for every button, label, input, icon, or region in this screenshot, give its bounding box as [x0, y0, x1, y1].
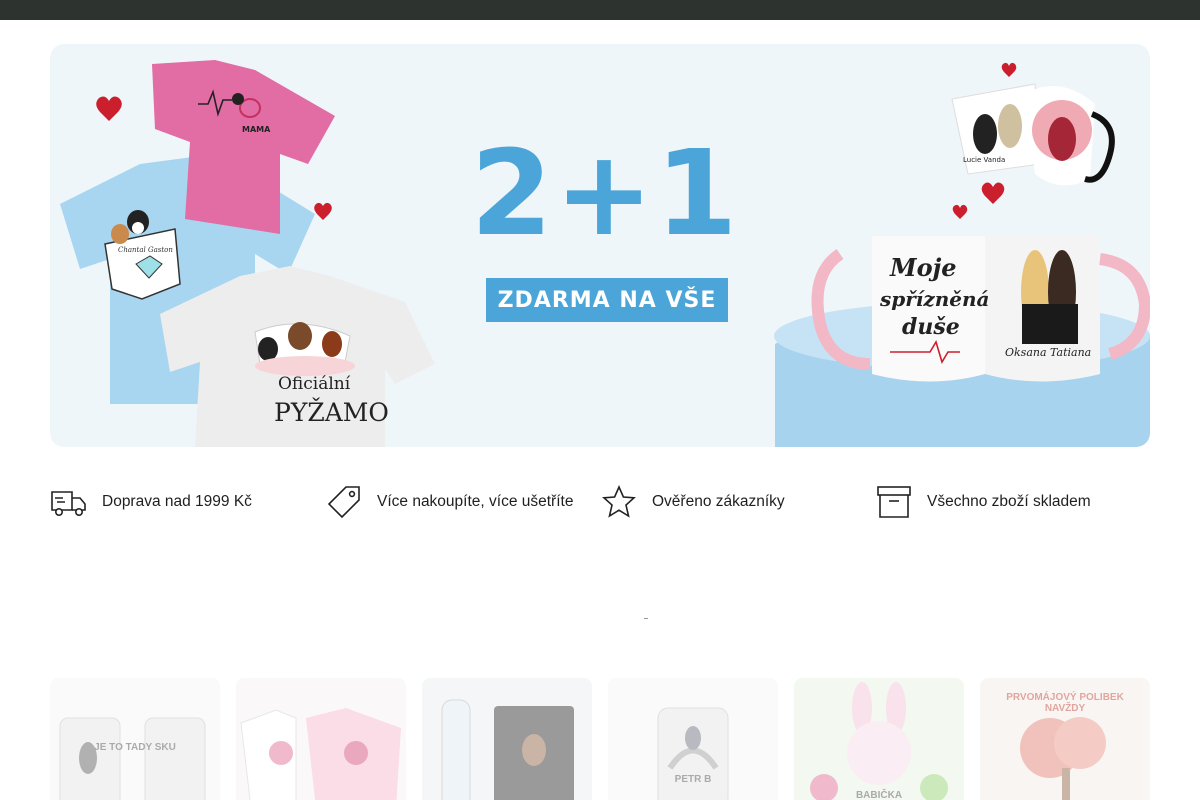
tumbler-icon [59, 717, 206, 800]
promo-headline: 2+1 [470, 124, 740, 262]
section-divider [644, 618, 648, 619]
svg-text:Oksana Tatiana: Oksana Tatiana [1005, 346, 1091, 359]
product-card[interactable]: PETR B [608, 678, 778, 800]
svg-text:duše: duše [902, 314, 960, 340]
product-card[interactable]: PRVOMÁJOVÝ POLIBEK NAVŽDY [980, 678, 1150, 800]
svg-text:Moje: Moje [889, 253, 957, 282]
product-carousel: JE TO TADY SKU PETR B BABIČKA PRVOMÁJOVÝ… [50, 678, 1150, 800]
product-card-text: BABIČKA [855, 790, 903, 800]
product-card[interactable] [422, 678, 592, 800]
product-card-text: JE TO TADY SKU [94, 742, 176, 753]
svg-text:Chantal Gaston: Chantal Gaston [118, 246, 173, 254]
delivery-truck-icon [50, 484, 88, 520]
feature-savings: Více nakoupíte, více ušetříte [325, 480, 600, 524]
feature-verified-label: Ověřeno zákazníky [652, 493, 785, 510]
bottle-notebook-icon [441, 699, 574, 800]
svg-text:Oficiální: Oficiální [278, 374, 351, 394]
price-tag-icon [325, 484, 363, 520]
feature-stock-label: Všechno zboží skladem [927, 493, 1091, 510]
product-card[interactable]: BABIČKA [794, 678, 964, 800]
feature-stock: Všechno zboží skladem [875, 480, 1150, 524]
feature-savings-label: Více nakoupíte, více ušetříte [377, 493, 574, 510]
feature-delivery: Doprava nad 1999 Kč [50, 480, 325, 524]
promo-subtitle: ZDARMA NA VŠE [486, 278, 728, 322]
svg-text:spřízněná: spřízněná [879, 287, 990, 311]
product-card[interactable] [236, 678, 406, 800]
star-icon [600, 484, 638, 520]
product-card[interactable]: JE TO TADY SKU [50, 678, 220, 800]
hero-banner[interactable]: Chantal Gaston MAMA Oficiální PYŽAMO Luc… [50, 44, 1150, 447]
top-announcement-bar [0, 0, 1200, 20]
product-card-text: PETR B [674, 774, 712, 785]
svg-text:Lucie Vanda: Lucie Vanda [963, 156, 1005, 164]
easter-bunny-icon [810, 682, 948, 800]
product-card-text: PRVOMÁJOVÝ POLIBEK NAVŽDY [1006, 692, 1124, 714]
svg-text:PYŽAMO: PYŽAMO [274, 398, 389, 427]
archive-box-icon [875, 484, 913, 520]
feature-delivery-label: Doprava nad 1999 Kč [102, 493, 252, 510]
tshirt-icon [240, 708, 401, 800]
feature-verified: Ověřeno zákazníky [600, 480, 875, 524]
svg-text:MAMA: MAMA [242, 125, 271, 134]
feature-strip: Doprava nad 1999 Kč Více nakoupíte, více… [50, 480, 1150, 524]
